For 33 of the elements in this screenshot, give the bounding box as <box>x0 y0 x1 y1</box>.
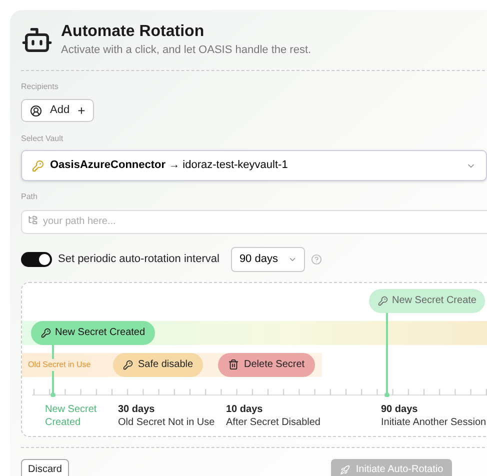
discard-button[interactable]: Discard <box>21 458 69 476</box>
milestone-label: New Secret Created <box>45 402 98 428</box>
add-recipient-button[interactable]: Add + <box>21 99 94 122</box>
milestone-text: Old Secret Not in Use <box>118 416 216 428</box>
milestone-text: After Secret Disabled <box>226 416 322 428</box>
field-label: Recipients <box>21 81 60 93</box>
field-label: Path <box>21 191 38 203</box>
vault-select[interactable]: OasisAzureConnector → idoraz-test-keyvault-1 <box>21 150 487 181</box>
toggle-switch[interactable] <box>21 252 52 266</box>
milestone-text: Initiate Another Session <box>381 416 487 428</box>
key-icon <box>123 360 133 370</box>
key-icon <box>32 160 44 172</box>
milestone-title: 10 days <box>226 402 264 416</box>
key-icon <box>378 296 388 306</box>
band-label: Old Secret in Use <box>28 358 91 370</box>
tree-icon <box>28 215 38 225</box>
safe-disable-pill: Safe disable <box>113 352 204 376</box>
delete-secret-pill: Delete Secret <box>218 352 315 376</box>
interval-select[interactable]: 90 days <box>231 246 306 272</box>
path-field[interactable]: your path here... <box>21 210 487 234</box>
user-icon <box>30 104 42 116</box>
event-pill: New Secret Created <box>31 320 156 344</box>
subtitle: Activate with a click, and let OASIS handle the rest. <box>61 43 312 58</box>
event-pill: New Secret Create <box>369 288 486 312</box>
field-label: Select Vault <box>21 133 64 145</box>
milestone-title: 30 days <box>118 402 156 416</box>
vault-value: OasisAzureConnector → idoraz-test-keyvault-1 <box>50 158 288 174</box>
trash-icon <box>228 359 239 370</box>
milestone-title: 90 days <box>381 402 419 416</box>
key-icon <box>41 328 51 338</box>
title: Automate Rotation <box>61 22 206 42</box>
toggle-label: Set periodic auto-rotation interval <box>58 252 220 267</box>
rocket-icon <box>340 464 350 474</box>
